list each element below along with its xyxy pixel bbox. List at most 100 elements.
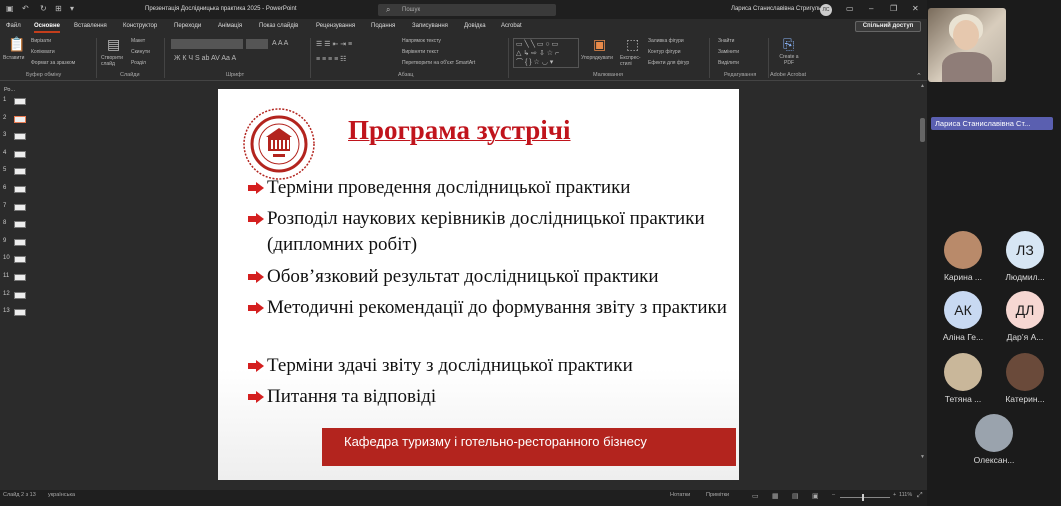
copy-button[interactable]: Копіювати: [31, 49, 55, 55]
text-direction-button[interactable]: Напрямок тексту: [402, 38, 441, 44]
undo-icon[interactable]: ↶: [22, 4, 29, 13]
participant-tile[interactable]: Катерин...: [995, 353, 1055, 404]
search-input[interactable]: ⌕ Пошук: [378, 4, 556, 16]
comments-button[interactable]: Примітки: [706, 492, 729, 498]
scroll-thumb[interactable]: [920, 118, 925, 142]
create-pdf-button[interactable]: Create a PDF: [778, 54, 800, 66]
scroll-down-icon[interactable]: ▼: [920, 454, 925, 460]
format-painter-button[interactable]: Формат за зразком: [31, 60, 75, 66]
shape-outline-button[interactable]: Контур фігури: [648, 49, 680, 55]
shapes-gallery[interactable]: ▭ ╲ ╲ ▭ ○ ▭ △ ↳ ⇨ ⇩ ☆ ⌐ ⌒ { } ☆ ◡ ▾: [513, 38, 579, 68]
language-indicator[interactable]: українська: [48, 492, 75, 498]
restore-icon[interactable]: ❐: [890, 4, 897, 13]
slide-thumbnail[interactable]: [14, 115, 26, 123]
participant-tile[interactable]: ДЛ Дар’я А...: [995, 291, 1055, 342]
current-slide[interactable]: Програма зустрічі Терміни проведення дос…: [218, 89, 739, 480]
slide-thumbnail[interactable]: [14, 274, 26, 281]
paste-button[interactable]: Вставити: [3, 55, 24, 61]
participant-tile[interactable]: АК Аліна Ге...: [933, 291, 993, 342]
tab-file[interactable]: Файл: [6, 23, 21, 29]
account-avatar[interactable]: ЛС: [820, 4, 832, 16]
share-button[interactable]: Спільний доступ: [855, 21, 921, 32]
reset-button[interactable]: Скинути: [131, 49, 150, 55]
find-button[interactable]: Знайти: [718, 38, 734, 44]
account-name[interactable]: Лариса Станиславівна Стригуль: [731, 6, 821, 12]
font-name-dropdown[interactable]: [171, 39, 243, 49]
speaker-video[interactable]: [928, 8, 1006, 82]
list-icons[interactable]: ☰ ☰ ⇤ ⇥ ≡: [316, 40, 352, 48]
slide-thumbnail[interactable]: [14, 291, 26, 299]
shape-effects-button[interactable]: Ефекти для фігур: [648, 60, 689, 66]
scroll-up-icon[interactable]: ▲: [920, 83, 925, 89]
new-slide-button[interactable]: Створити слайд: [101, 55, 127, 67]
slide-thumbnail[interactable]: [14, 221, 26, 229]
minimize-icon[interactable]: –: [869, 4, 873, 13]
create-pdf-icon[interactable]: ⎘: [783, 36, 794, 53]
close-icon[interactable]: ✕: [912, 4, 919, 13]
shape-fill-button[interactable]: Заливка фігури: [648, 38, 684, 44]
font-style-icons[interactable]: Ж К Ч S ab AV Aa A: [174, 55, 236, 62]
participant-tile[interactable]: Карина ...: [933, 231, 993, 282]
paste-icon[interactable]: 📋: [8, 36, 25, 53]
align-text-button[interactable]: Вирівняти текст: [402, 49, 439, 55]
zoom-out-icon[interactable]: –: [832, 492, 835, 498]
slide-thumbnail[interactable]: [14, 309, 26, 317]
autosave-icon[interactable]: ▣: [6, 4, 14, 13]
tab-acrobat[interactable]: Acrobat: [501, 23, 522, 29]
align-icons[interactable]: ≡ ≡ ≡ ≡ ☷: [316, 55, 346, 63]
participant-tile[interactable]: ЛЗ Людмил...: [995, 231, 1055, 282]
participant-tile[interactable]: Тетяна ...: [933, 353, 993, 404]
slide-thumbnail[interactable]: [14, 186, 26, 193]
layout-button[interactable]: Макет: [131, 38, 145, 44]
tab-home[interactable]: Основне: [34, 23, 60, 33]
slide-thumbnail[interactable]: [14, 238, 26, 246]
redo-icon[interactable]: ↻: [40, 4, 47, 13]
tab-view[interactable]: Подання: [371, 23, 395, 29]
slide-sorter-icon[interactable]: ▦: [772, 492, 779, 500]
bullet-text: Терміни здачі звіту з дослідницької прак…: [267, 355, 633, 376]
font-size-adjust-icon[interactable]: A A A: [272, 40, 288, 47]
tab-help[interactable]: Довідка: [464, 23, 486, 29]
customize-toolbar-icon[interactable]: ▾: [70, 4, 74, 13]
bullet-item: Терміни проведення дослідницької практик…: [248, 175, 728, 201]
tab-review[interactable]: Рецензування: [316, 23, 355, 29]
tab-transitions[interactable]: Переходи: [174, 23, 201, 29]
slide-thumbnail[interactable]: [14, 150, 26, 158]
select-button[interactable]: Виділити: [718, 60, 739, 66]
department-banner: Кафедра туризму і готельно-ресторанного …: [322, 428, 736, 466]
slide-thumbnail[interactable]: [14, 168, 26, 176]
tab-record[interactable]: Записування: [412, 23, 448, 29]
slide-thumbnail[interactable]: [14, 203, 26, 211]
ribbon-display-options-icon[interactable]: ▭: [846, 4, 854, 13]
vertical-scrollbar[interactable]: ▲ ▼: [919, 82, 927, 490]
arrange-button[interactable]: Упорядкувати: [581, 55, 613, 61]
section-button[interactable]: Розділ: [131, 60, 146, 66]
quick-styles-button[interactable]: Експрес-стилі: [620, 55, 644, 67]
new-slide-icon[interactable]: ▤: [107, 36, 120, 53]
fit-to-window-icon[interactable]: ⤢: [917, 492, 923, 500]
convert-smartart-button[interactable]: Перетворити на об'єкт SmartArt: [402, 60, 475, 66]
arrange-icon[interactable]: ▣: [593, 36, 606, 53]
participant-tile[interactable]: Олексан...: [964, 414, 1024, 465]
normal-view-icon[interactable]: ▭: [752, 492, 759, 500]
tab-animations[interactable]: Анімація: [218, 23, 242, 29]
zoom-slider[interactable]: [840, 497, 890, 498]
zoom-slider-thumb[interactable]: [862, 494, 864, 501]
tab-design[interactable]: Конструктор: [123, 23, 157, 29]
reading-view-icon[interactable]: ▤: [792, 492, 799, 500]
start-from-beginning-icon[interactable]: ⊞: [55, 4, 62, 13]
tab-insert[interactable]: Вставлення: [74, 23, 107, 29]
slide-thumbnail[interactable]: [14, 256, 26, 264]
slide-thumbnail[interactable]: [14, 133, 26, 141]
quick-styles-icon[interactable]: ⬚: [626, 36, 639, 53]
replace-button[interactable]: Замінити: [718, 49, 739, 55]
zoom-in-icon[interactable]: +: [893, 492, 896, 498]
slide-thumbnail[interactable]: [14, 98, 26, 105]
collapse-ribbon-icon[interactable]: ⌃: [916, 72, 922, 80]
slideshow-icon[interactable]: ▣: [812, 492, 819, 500]
cut-button[interactable]: Вирізати: [31, 38, 51, 44]
zoom-level[interactable]: 111%: [899, 492, 912, 498]
tab-slideshow[interactable]: Показ слайдів: [259, 23, 298, 29]
font-size-dropdown[interactable]: [246, 39, 268, 49]
notes-button[interactable]: Нотатки: [670, 492, 690, 498]
